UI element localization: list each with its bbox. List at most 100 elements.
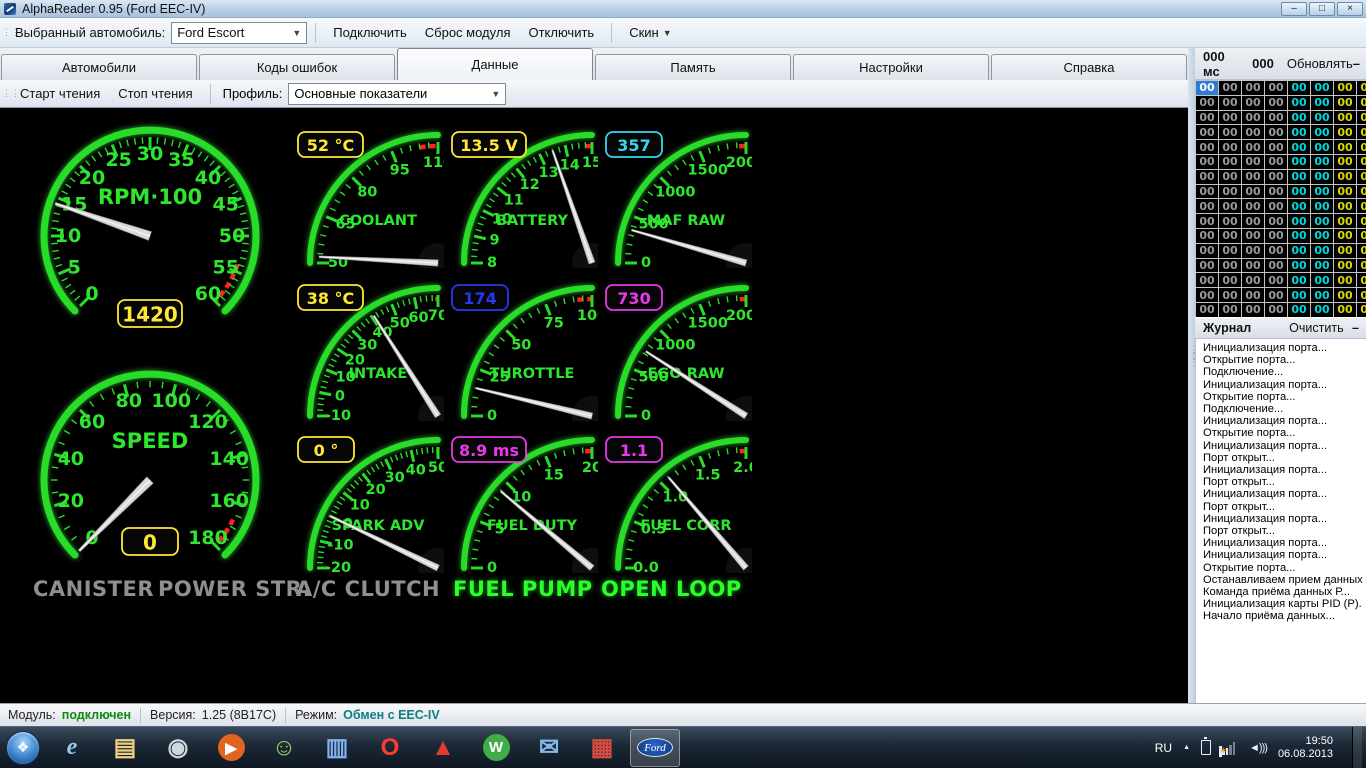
hex-cell[interactable]: 00	[1219, 214, 1242, 229]
hex-cell[interactable]: 00	[1219, 170, 1242, 185]
hex-cell[interactable]: 00	[1265, 185, 1288, 200]
hex-cell[interactable]: 00	[1288, 273, 1311, 288]
hex-cell[interactable]: 00	[1219, 185, 1242, 200]
hex-cell[interactable]: 00	[1334, 303, 1357, 317]
hex-cell[interactable]: 00	[1311, 199, 1334, 214]
maximize-button[interactable]: □	[1309, 2, 1335, 16]
taskbar-icon-dashboard-app[interactable]: ◉	[153, 729, 203, 767]
hex-cell[interactable]: 00	[1334, 125, 1357, 140]
hex-cell[interactable]: 00	[1311, 125, 1334, 140]
hex-cell[interactable]: 00	[1334, 244, 1357, 259]
hex-cell[interactable]: 00	[1242, 229, 1265, 244]
hex-cell[interactable]: 00	[1265, 229, 1288, 244]
tab-Данные[interactable]: Данные	[397, 48, 593, 80]
taskbar-icon-webmoney[interactable]: W	[471, 729, 521, 767]
hex-cell[interactable]: 00	[1311, 111, 1334, 126]
hex-cell[interactable]: 00	[1357, 111, 1366, 126]
reset-module-button[interactable]: Сброс модуля	[416, 21, 520, 45]
hex-cell[interactable]: 00	[1265, 155, 1288, 170]
taskbar-icon-opera[interactable]: O	[365, 729, 415, 767]
hex-cell[interactable]: 00	[1196, 185, 1219, 200]
profile-select[interactable]: Основные показатели ▼	[288, 83, 506, 105]
hex-cell[interactable]: 00	[1334, 259, 1357, 274]
hex-cell[interactable]: 00	[1242, 214, 1265, 229]
hex-cell[interactable]: 00	[1219, 244, 1242, 259]
hex-cell[interactable]: 00	[1357, 170, 1366, 185]
hex-cell[interactable]: 00	[1265, 214, 1288, 229]
hex-cell[interactable]: 00	[1196, 229, 1219, 244]
hex-cell[interactable]: 00	[1265, 273, 1288, 288]
hex-cell[interactable]: 00	[1265, 140, 1288, 155]
start-button[interactable]: ❖	[6, 731, 40, 765]
taskbar-icon-explorer[interactable]: ▤	[100, 729, 150, 767]
hex-cell[interactable]: 00	[1288, 170, 1311, 185]
hex-cell[interactable]: 00	[1242, 170, 1265, 185]
hex-cell[interactable]: 00	[1196, 273, 1219, 288]
hex-cell[interactable]: 00	[1242, 199, 1265, 214]
hex-cell[interactable]: 00	[1265, 170, 1288, 185]
taskbar-icon-toolbox[interactable]: ▦	[577, 729, 627, 767]
clear-log-button[interactable]: Очистить	[1289, 321, 1343, 335]
hex-cell[interactable]: 00	[1334, 111, 1357, 126]
taskbar-icon-messenger[interactable]: ☺	[259, 729, 309, 767]
hex-cell[interactable]: 00	[1219, 96, 1242, 111]
hex-cell[interactable]: 00	[1219, 140, 1242, 155]
connect-button[interactable]: Подключить	[324, 21, 416, 45]
hex-cell[interactable]: 00	[1311, 140, 1334, 155]
hex-cell[interactable]: 00	[1265, 244, 1288, 259]
hex-cell[interactable]: 00	[1311, 155, 1334, 170]
hex-cell[interactable]: 00	[1288, 229, 1311, 244]
hex-cell[interactable]: 00	[1219, 259, 1242, 274]
refresh-button[interactable]: Обновлять	[1287, 56, 1353, 71]
hex-cell[interactable]: 00	[1357, 303, 1366, 317]
hex-cell[interactable]: 00	[1288, 111, 1311, 126]
hex-cell[interactable]: 00	[1311, 96, 1334, 111]
hex-cell[interactable]: 00	[1242, 125, 1265, 140]
hex-cell[interactable]: 00	[1311, 229, 1334, 244]
hex-cell[interactable]: 00	[1334, 288, 1357, 303]
hex-cell[interactable]: 00	[1196, 125, 1219, 140]
hex-cell[interactable]: 00	[1196, 155, 1219, 170]
tray-expand-icon[interactable]: ▲	[1183, 744, 1190, 751]
hex-cell[interactable]: 00	[1219, 288, 1242, 303]
tab-Справка[interactable]: Справка	[991, 54, 1187, 80]
hex-cell[interactable]: 00	[1196, 140, 1219, 155]
hex-cell[interactable]: 00	[1196, 214, 1219, 229]
disconnect-button[interactable]: Отключить	[519, 21, 603, 45]
hex-cell[interactable]: 00	[1219, 155, 1242, 170]
stop-reading-button[interactable]: Стоп чтения	[109, 82, 201, 106]
hex-cell[interactable]: 00	[1288, 303, 1311, 317]
hex-cell[interactable]: 00	[1288, 185, 1311, 200]
hex-cell[interactable]: 00	[1219, 303, 1242, 317]
hex-cell[interactable]: 00	[1288, 140, 1311, 155]
hex-cell[interactable]: 00	[1334, 214, 1357, 229]
hex-cell[interactable]: 00	[1196, 81, 1219, 96]
hex-cell[interactable]: 00	[1242, 259, 1265, 274]
hex-cell[interactable]: 00	[1334, 155, 1357, 170]
language-indicator[interactable]: RU	[1155, 741, 1172, 755]
hex-cell[interactable]: 00	[1357, 155, 1366, 170]
clock[interactable]: 19:50 06.08.2013	[1278, 735, 1333, 761]
taskbar-icon-media-player[interactable]: ▶	[206, 729, 256, 767]
hex-cell[interactable]: 00	[1196, 96, 1219, 111]
hex-cell[interactable]: 00	[1196, 288, 1219, 303]
hex-cell[interactable]: 00	[1219, 111, 1242, 126]
hex-cell[interactable]: 00	[1265, 81, 1288, 96]
panel-splitter[interactable]: ⋮⋮⋮	[1188, 48, 1195, 703]
hex-cell[interactable]: 00	[1265, 96, 1288, 111]
hex-cell[interactable]: 00	[1357, 96, 1366, 111]
hex-cell[interactable]: 00	[1357, 273, 1366, 288]
hex-cell[interactable]: 00	[1311, 81, 1334, 96]
show-desktop-button[interactable]	[1352, 727, 1362, 768]
hex-cell[interactable]: 00	[1311, 214, 1334, 229]
hex-cell[interactable]: 00	[1265, 288, 1288, 303]
hex-cell[interactable]: 00	[1334, 170, 1357, 185]
hex-cell[interactable]: 00	[1265, 125, 1288, 140]
hex-cell[interactable]: 00	[1357, 288, 1366, 303]
hex-cell[interactable]: 00	[1357, 199, 1366, 214]
hex-cell[interactable]: 00	[1242, 185, 1265, 200]
hex-cell[interactable]: 00	[1288, 288, 1311, 303]
hex-cell[interactable]: 00	[1334, 185, 1357, 200]
hex-cell[interactable]: 00	[1196, 244, 1219, 259]
hex-cell[interactable]: 00	[1288, 81, 1311, 96]
